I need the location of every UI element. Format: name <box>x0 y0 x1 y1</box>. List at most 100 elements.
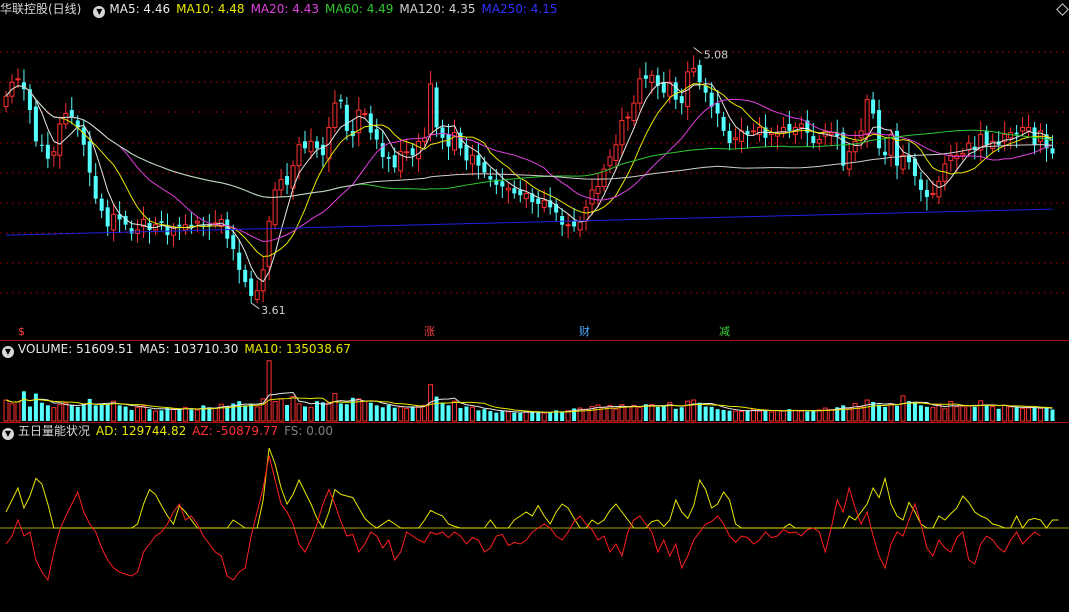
volume-bar-down <box>912 403 917 421</box>
volume-pane[interactable]: ▼ VOLUME: 51609.51 MA5: 103710.30 MA10: 135… <box>0 340 1069 422</box>
volume-bar-up <box>398 406 404 422</box>
volume-bar-down <box>984 404 989 421</box>
candle-body-up <box>296 144 302 167</box>
volume-bar-up <box>685 400 691 422</box>
indicator-pane[interactable]: ▼ 五日量能状况 AD: 129744.82 AZ: -50879.77 FS: 0.0… <box>0 422 1069 612</box>
candle-body-up <box>278 179 284 191</box>
candle-body-down <box>924 189 929 197</box>
volume-bar-up <box>966 405 972 422</box>
volume-bar-up <box>3 399 9 422</box>
marker-dollar[interactable]: $ <box>18 326 25 338</box>
candle-body-down <box>243 269 248 283</box>
candle-body-down <box>33 106 38 142</box>
indicator-chart[interactable] <box>0 422 1069 612</box>
candle-body-down <box>572 221 577 227</box>
candle-body-up <box>816 139 822 144</box>
volume-bar-down <box>303 406 307 421</box>
volume-bar-down <box>45 405 50 421</box>
volume-bar-down <box>482 409 487 421</box>
candle-body-up <box>930 192 936 195</box>
candle-body-down <box>871 99 876 114</box>
volume-bar-down <box>655 406 660 421</box>
candle-body-up <box>51 151 57 156</box>
candle-body-down <box>703 85 708 93</box>
volume-bar-up <box>900 395 906 422</box>
candle-body-up <box>308 140 314 153</box>
candle-body-down <box>560 216 565 225</box>
volume-bar-up <box>888 403 894 422</box>
candle-body-down <box>380 143 385 157</box>
candle-body-down <box>1050 148 1055 154</box>
indicator-collapse-icon[interactable]: ▼ <box>2 428 14 440</box>
volume-bar-down <box>105 404 110 421</box>
marker-cai[interactable]: 财 <box>579 326 590 338</box>
candle-body-down <box>159 221 164 223</box>
candle-body-down <box>984 130 989 145</box>
candle-body-down <box>536 198 541 204</box>
candle-body-up <box>541 199 547 208</box>
candle-body-up <box>960 152 966 156</box>
volume-bar-down <box>117 405 122 421</box>
volume-bar-down <box>39 402 44 421</box>
candle-body-down <box>45 144 50 159</box>
candle-body-up <box>1026 126 1032 132</box>
volume-bar-up <box>954 406 960 422</box>
high-pointer <box>693 47 703 54</box>
volume-bar-down <box>129 409 134 421</box>
volume-bar-down <box>727 410 732 421</box>
volume-bar-down <box>906 401 911 421</box>
volume-bar-down <box>147 409 152 421</box>
candle-body-up <box>272 189 278 226</box>
candle-body-down <box>811 136 816 144</box>
volume-bar-up <box>9 403 15 422</box>
main-header: 华联控股(日线) ▼ MA5: 4.46 MA10: 4.48 MA20: 4.43 MA… <box>0 0 564 18</box>
candle-body-down <box>727 130 732 144</box>
candle-body-down <box>285 176 290 185</box>
volume-bar-up <box>852 402 858 422</box>
volume-bar-up <box>57 404 63 422</box>
volume-bar-up <box>153 410 158 422</box>
candle-body-down <box>440 127 445 138</box>
volume-bar-up <box>452 400 457 422</box>
volume-collapse-icon[interactable]: ▼ <box>2 346 14 358</box>
volume-bar-down <box>745 410 750 421</box>
candle-body-up <box>607 156 613 167</box>
volume-bar-up <box>637 406 643 422</box>
volume-bar-up <box>960 405 966 422</box>
kline-chart[interactable]: 5.08 3.61 <box>0 0 1069 340</box>
marker-jian[interactable]: 减 <box>719 326 730 338</box>
volume-bar-up <box>1026 407 1032 422</box>
volume-bar-down <box>996 408 1001 421</box>
ma250-value: MA250: 4.15 <box>481 2 558 16</box>
volume-bar-up <box>780 410 786 422</box>
collapse-icon[interactable]: ▼ <box>93 6 106 18</box>
ma120-value: MA120: 4.35 <box>399 2 476 16</box>
volume-bar-up <box>15 401 21 422</box>
candle-body-down <box>344 104 349 131</box>
candle-body-up <box>577 220 583 231</box>
candle-body-up <box>111 213 117 231</box>
candle-body-up <box>505 187 511 191</box>
volume-bar-down <box>918 405 923 421</box>
candle-body-down <box>673 82 678 100</box>
candle-body-down <box>476 155 481 166</box>
candle-body-down <box>392 155 397 168</box>
volume-bar-up <box>266 360 272 422</box>
ma10-line <box>5 83 1053 258</box>
marker-zhang[interactable]: 涨 <box>424 326 435 338</box>
candle-body-down <box>512 188 517 194</box>
volume-bar-down <box>344 404 349 421</box>
volume-bar-up <box>362 400 368 422</box>
volume-bar-down <box>177 409 182 421</box>
candle-body-down <box>643 75 648 79</box>
volume-bar-up <box>798 410 804 422</box>
volume-bar-up <box>733 410 739 422</box>
volume-bar-down <box>763 409 768 421</box>
volume-bar-up <box>212 407 218 422</box>
volume-bar-down <box>320 402 325 421</box>
kline-pane[interactable]: 5.08 3.61 华联控股(日线) ▼ MA5: 4.46 MA10: 4.48 MA2… <box>0 0 1069 340</box>
candle-body-up <box>428 83 434 135</box>
volume-bar-down <box>123 406 128 421</box>
volume-bar-up <box>296 403 302 422</box>
ma5-value: MA5: 4.46 <box>109 2 171 16</box>
